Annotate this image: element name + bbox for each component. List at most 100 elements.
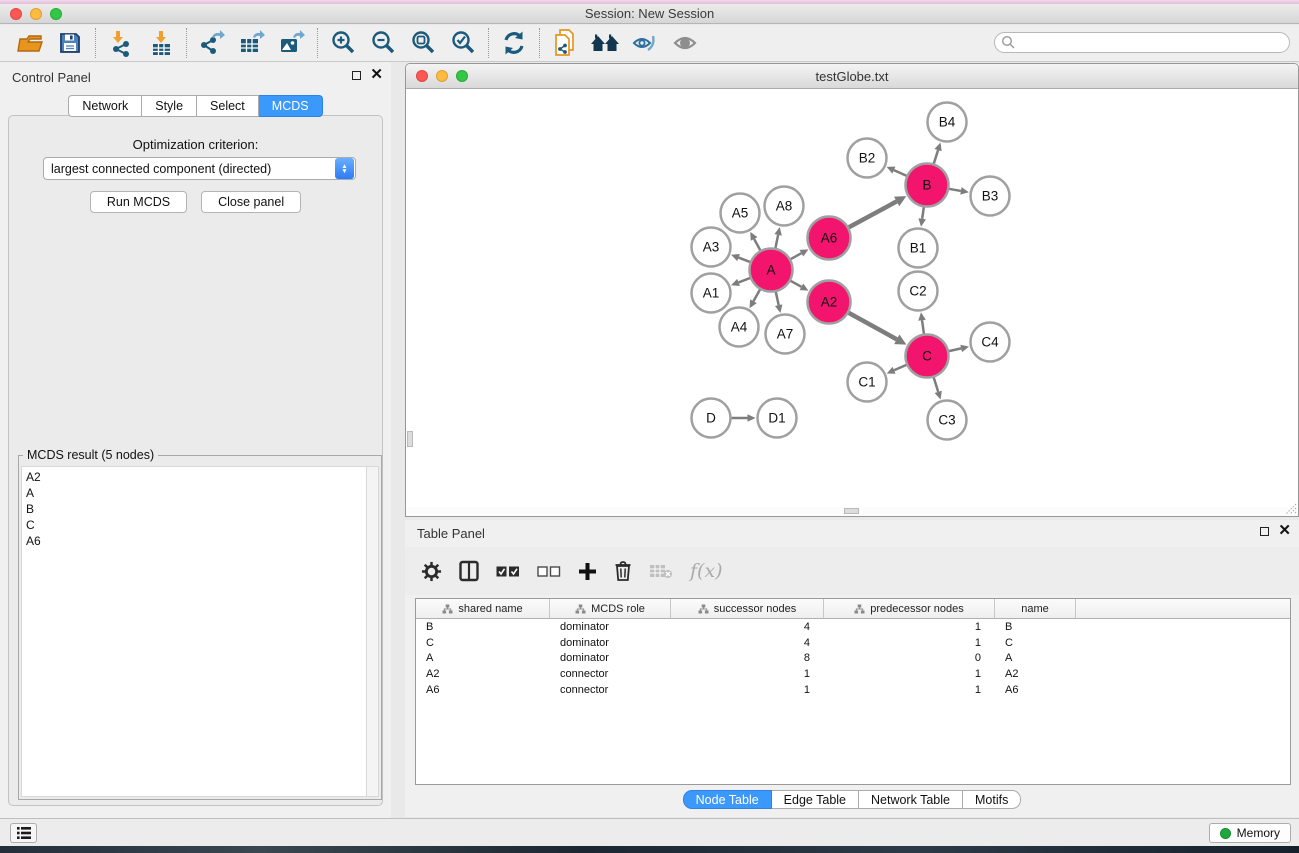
graph-arrowhead <box>918 218 926 226</box>
deselect-all-button[interactable] <box>537 565 561 578</box>
network-minimize-traffic-light[interactable] <box>436 70 448 82</box>
table-cell: B <box>995 621 1076 633</box>
column-header-label: predecessor nodes <box>870 603 964 615</box>
tab-network[interactable]: Network <box>68 95 142 117</box>
import-table-button[interactable] <box>141 27 181 59</box>
home-button[interactable] <box>585 27 625 59</box>
gear-icon <box>421 561 442 582</box>
table-cell: 8 <box>671 652 824 664</box>
hide-panels-button[interactable] <box>625 27 665 59</box>
delete-column-button[interactable] <box>614 560 632 582</box>
mcds-result-item[interactable]: B <box>26 501 366 517</box>
import-network-button[interactable] <box>101 27 141 59</box>
table-row[interactable]: Bdominator41B <box>416 619 1290 635</box>
node-table[interactable]: shared name MCDS rolesuccessor nodes prede… <box>415 598 1291 785</box>
delete-table-button-disabled[interactable] <box>649 563 673 579</box>
column-tree-icon <box>854 604 865 614</box>
search-input[interactable] <box>1016 36 1289 50</box>
table-row[interactable]: Cdominator41C <box>416 635 1290 651</box>
mcds-result-item[interactable]: A2 <box>26 469 366 485</box>
minimize-traffic-light[interactable] <box>30 8 42 20</box>
table-cell: dominator <box>550 652 671 664</box>
main-toolbar <box>0 25 1299 62</box>
table-cell: B <box>416 621 550 633</box>
column-header-successor-nodes[interactable]: successor nodes <box>671 599 824 618</box>
export-network-button[interactable] <box>192 27 232 59</box>
toolbar-search[interactable] <box>994 32 1290 53</box>
delete-table-icon <box>649 563 673 579</box>
main-titlebar: Session: New Session <box>0 4 1299 24</box>
graph-arrowhead <box>774 227 781 236</box>
tab-edge-table[interactable]: Edge Table <box>772 790 859 809</box>
close-panel-button[interactable]: Close panel <box>201 191 301 213</box>
network-window-titlebar[interactable]: testGlobe.txt <box>406 64 1298 89</box>
column-header-shared-name[interactable]: shared name <box>416 599 550 618</box>
tab-select[interactable]: Select <box>197 95 259 117</box>
add-column-button[interactable] <box>578 562 597 581</box>
show-eye-button[interactable] <box>665 27 705 59</box>
open-session-button[interactable] <box>10 27 50 59</box>
tab-style[interactable]: Style <box>142 95 197 117</box>
zoom-in-button[interactable] <box>323 27 363 59</box>
table-settings-button[interactable] <box>421 561 442 582</box>
network-vscroll-thumb[interactable] <box>407 431 413 447</box>
tab-mcds[interactable]: MCDS <box>259 95 323 117</box>
table-tabs: Node Table Edge Table Network Table Moti… <box>405 790 1299 809</box>
close-traffic-light[interactable] <box>10 8 22 20</box>
export-image-button[interactable] <box>272 27 312 59</box>
float-table-panel-icon[interactable] <box>1260 527 1269 536</box>
function-builder-button[interactable]: f(x) <box>690 560 723 582</box>
task-history-button[interactable] <box>10 823 37 843</box>
table-cell: C <box>416 637 550 649</box>
network-close-traffic-light[interactable] <box>416 70 428 82</box>
trash-icon <box>614 560 632 582</box>
save-session-button[interactable] <box>50 27 90 59</box>
graph-node-label: A2 <box>821 295 838 310</box>
mcds-result-item[interactable]: A <box>26 485 366 501</box>
zoom-selected-button[interactable] <box>443 27 483 59</box>
run-mcds-button[interactable]: Run MCDS <box>90 191 187 213</box>
column-header-name[interactable]: name <box>995 599 1076 618</box>
column-header-label: shared name <box>458 603 522 615</box>
graph-node-label: A4 <box>731 320 748 335</box>
network-hscroll-thumb[interactable] <box>844 508 859 514</box>
table-row[interactable]: A2connector11A2 <box>416 666 1290 682</box>
mcds-result-item[interactable]: A6 <box>26 533 366 549</box>
zoom-traffic-light[interactable] <box>50 8 62 20</box>
save-icon <box>58 31 82 55</box>
zoom-fit-button[interactable] <box>403 27 443 59</box>
column-header-predecessor-nodes[interactable]: predecessor nodes <box>824 599 995 618</box>
mcds-result-item[interactable]: C <box>26 517 366 533</box>
graph-node-label: A3 <box>703 240 720 255</box>
table-row[interactable]: A6connector11A6 <box>416 682 1290 698</box>
refresh-button[interactable] <box>494 27 534 59</box>
dropdown-stepper-icon: ▲▼ <box>335 158 354 179</box>
graph-node-label: A <box>766 263 775 278</box>
table-header-row: shared name MCDS rolesuccessor nodes prede… <box>416 599 1290 619</box>
result-scrollbar[interactable] <box>366 466 379 797</box>
float-panel-icon[interactable] <box>352 71 361 80</box>
network-zoom-traffic-light[interactable] <box>456 70 468 82</box>
criterion-value: largest connected component (directed) <box>44 162 335 176</box>
close-table-panel-icon[interactable]: ✕ <box>1278 526 1291 536</box>
select-all-button[interactable] <box>496 565 520 578</box>
network-canvas[interactable]: AA1A2A3A4A5A6A7A8BB1B2B3B4CC1C2C3C4DD1 <box>406 89 1298 507</box>
resize-grip-icon[interactable] <box>1283 501 1297 515</box>
network-snapshot-button[interactable] <box>545 27 585 59</box>
table-cell: A6 <box>995 684 1076 696</box>
tab-network-table[interactable]: Network Table <box>859 790 963 809</box>
mcds-result-list[interactable]: A2ABCA6 <box>21 466 366 797</box>
tab-node-table[interactable]: Node Table <box>683 790 772 809</box>
export-table-button[interactable] <box>232 27 272 59</box>
tab-motifs[interactable]: Motifs <box>963 790 1021 809</box>
show-columns-button[interactable] <box>459 560 479 582</box>
table-panel: Table Panel ✕ <box>405 520 1299 817</box>
criterion-dropdown[interactable]: largest connected component (directed) ▲… <box>43 157 356 180</box>
graph-arrowhead <box>960 345 969 352</box>
zoom-out-button[interactable] <box>363 27 403 59</box>
memory-button[interactable]: Memory <box>1209 823 1291 843</box>
table-row[interactable]: Adominator80A <box>416 651 1290 667</box>
column-header-MCDS-role[interactable]: MCDS role <box>550 599 671 618</box>
network-hscroll[interactable] <box>406 507 1298 516</box>
close-panel-icon[interactable]: ✕ <box>370 70 383 80</box>
